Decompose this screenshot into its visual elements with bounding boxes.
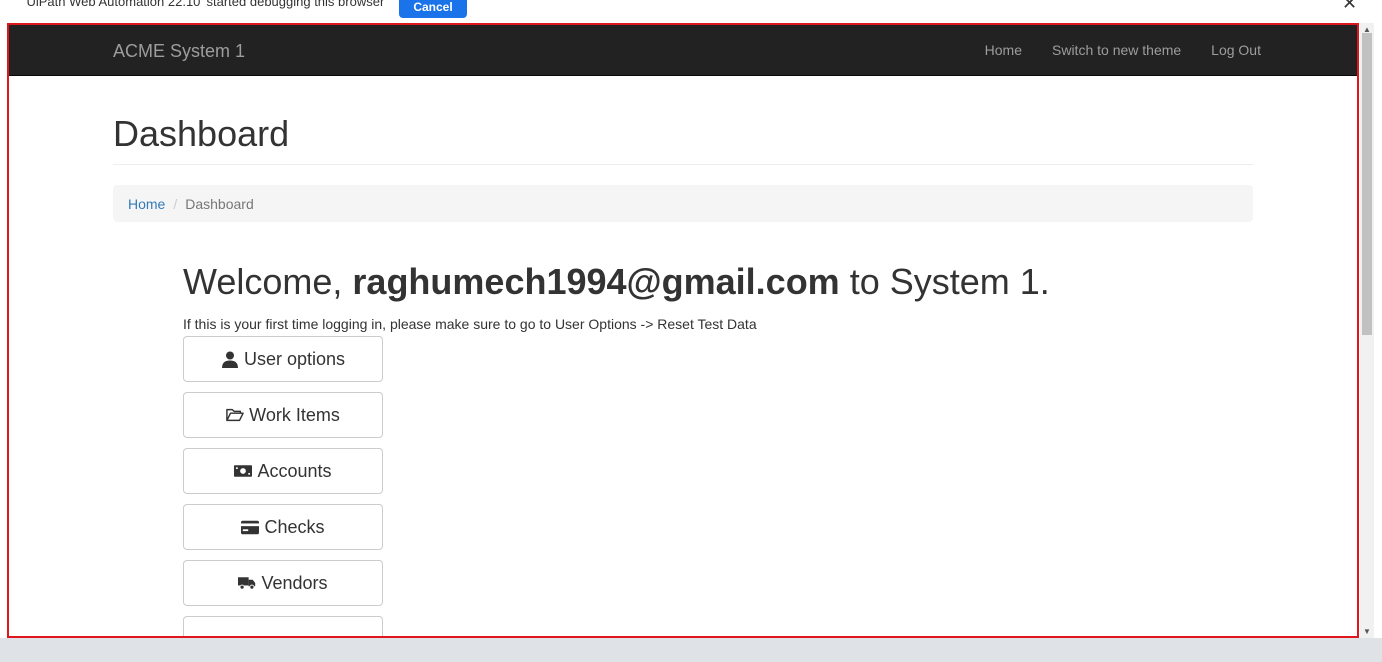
welcome-prefix: Welcome, <box>183 261 343 302</box>
nav-logout-link[interactable]: Log Out <box>1211 42 1261 58</box>
user-options-label: User options <box>243 348 346 369</box>
breadcrumb-separator: / <box>173 195 178 212</box>
page-header: Dashboard <box>113 114 1253 165</box>
close-icon[interactable]: ✕ <box>1342 0 1357 14</box>
user-options-button[interactable]: User options <box>183 336 383 382</box>
work-items-button[interactable]: Work Items <box>183 392 383 438</box>
nav-home-link[interactable]: Home <box>985 42 1022 58</box>
vertical-scrollbar[interactable]: ▲ ▼ <box>1360 23 1374 638</box>
user-email: raghumech1994@gmail.com <box>352 261 840 302</box>
cancel-debug-button[interactable]: Cancel <box>399 0 467 18</box>
dashboard-menu: User options Work Items Accounts Checks … <box>183 336 1183 636</box>
element-highlight-frame: ACME System 1 Home Switch to new theme L… <box>7 23 1359 638</box>
brand-link[interactable]: ACME System 1 <box>113 41 245 62</box>
debug-message: 'UiPath Web Automation 22.10' started de… <box>24 0 385 9</box>
welcome-suffix: to System 1. <box>849 261 1050 302</box>
nav-switch-theme-link[interactable]: Switch to new theme <box>1052 42 1181 58</box>
breadcrumb-current: Dashboard <box>185 195 254 212</box>
vendors-label: Vendors <box>261 572 328 593</box>
scroll-thumb[interactable] <box>1362 33 1372 335</box>
work-items-label: Work Items <box>249 404 340 425</box>
checks-button[interactable]: Checks <box>183 504 383 550</box>
scroll-down-arrow-icon[interactable]: ▼ <box>1363 627 1371 636</box>
nav-links: Home Switch to new theme Log Out <box>985 42 1261 58</box>
browser-page: ACME System 1 Home Switch to new theme L… <box>9 25 1357 636</box>
welcome-heading: Welcome, raghumech1994@gmail.com to Syst… <box>183 261 1183 303</box>
dashboard-content: Welcome, raghumech1994@gmail.com to Syst… <box>183 261 1183 636</box>
truck-icon <box>238 574 256 592</box>
breadcrumb-home-link[interactable]: Home <box>128 196 165 212</box>
main-container: Dashboard Home / Dashboard <box>113 76 1253 222</box>
user-icon <box>221 350 239 368</box>
vendors-button[interactable]: Vendors <box>183 560 383 606</box>
page-title: Dashboard <box>113 113 290 154</box>
folder-icon <box>226 406 244 424</box>
checks-label: Checks <box>264 516 325 537</box>
credit-card-icon <box>241 518 260 536</box>
first-login-hint: If this is your first time logging in, p… <box>183 316 757 332</box>
breadcrumb: Home / Dashboard <box>113 185 1253 222</box>
top-navbar: ACME System 1 Home Switch to new theme L… <box>9 25 1357 76</box>
accounts-label: Accounts <box>257 460 332 481</box>
next-menu-button-partial[interactable] <box>183 616 383 636</box>
taskbar-strip <box>0 638 1382 662</box>
debug-infobar: 'UiPath Web Automation 22.10' started de… <box>0 0 1382 22</box>
accounts-button[interactable]: Accounts <box>183 448 383 494</box>
money-icon <box>234 462 253 480</box>
